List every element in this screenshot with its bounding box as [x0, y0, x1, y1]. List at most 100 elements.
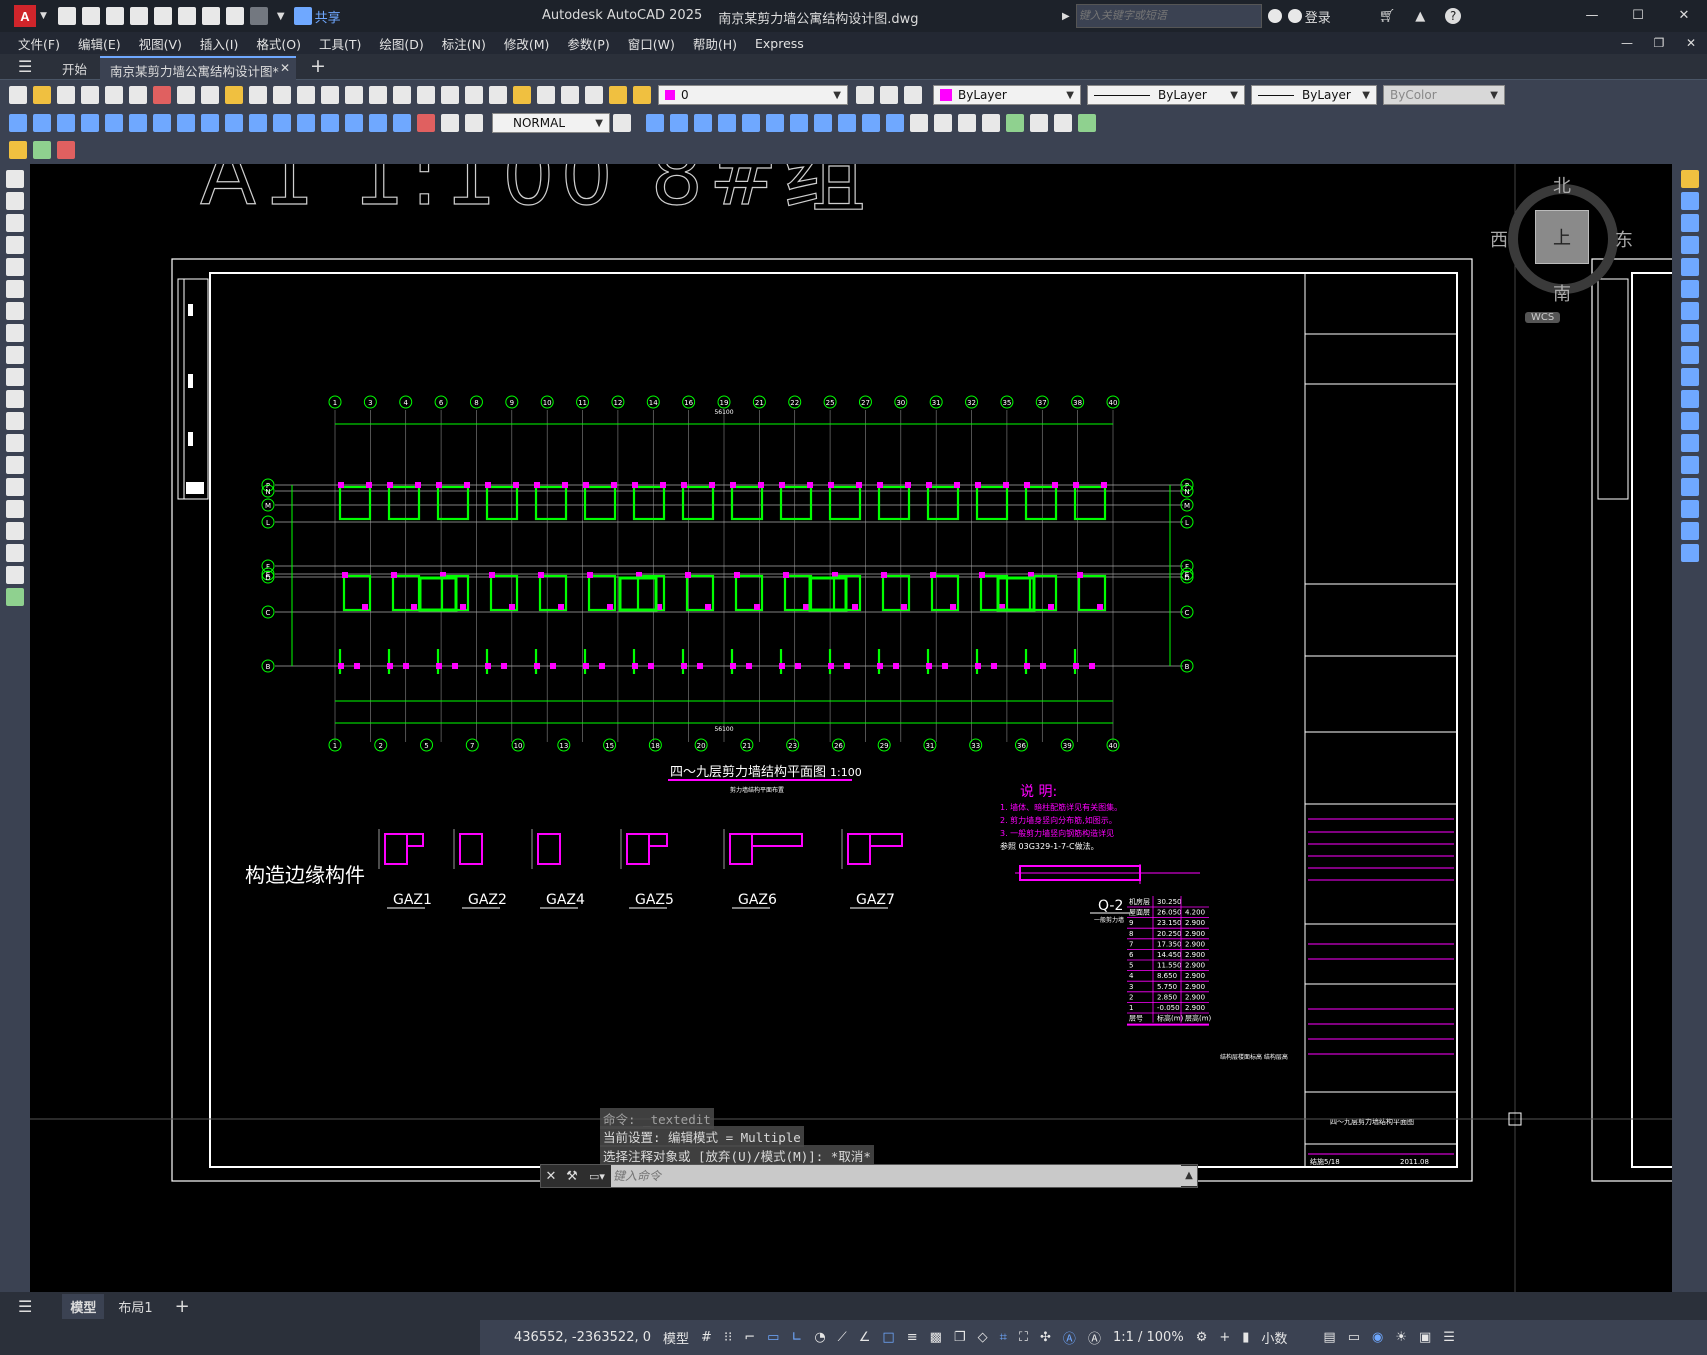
ucs-icon[interactable] [646, 114, 664, 132]
dimstyle-dropdown[interactable]: NORMAL ▼ [492, 113, 610, 133]
revision-cloud-icon[interactable] [6, 324, 24, 342]
block-editor-icon[interactable] [273, 86, 291, 104]
doc-restore-button[interactable]: ❐ [1643, 36, 1675, 50]
tab-close-icon[interactable]: ✕ [280, 61, 290, 75]
copy-icon[interactable] [201, 86, 219, 104]
add-selected-icon[interactable] [6, 588, 24, 606]
point-icon[interactable] [6, 456, 24, 474]
menu-insert[interactable]: 插入(I) [200, 34, 238, 53]
user-icon[interactable] [1287, 9, 1302, 23]
menu-draw[interactable]: 绘图(D) [379, 34, 423, 53]
tab-active-document[interactable]: 南京某剪力墙公寓结构设计图* ✕ [100, 56, 296, 80]
isodraft-icon[interactable]: ⟋ [838, 1330, 847, 1345]
app-menu-chevron-icon[interactable]: ▼ [40, 11, 47, 21]
construction-line-icon[interactable] [6, 192, 24, 210]
view-left-icon[interactable] [958, 114, 976, 132]
doc-close-button[interactable]: ✕ [1675, 36, 1707, 50]
table-icon[interactable] [6, 544, 24, 562]
linetype-dropdown[interactable]: ByLayer ▼ [1087, 85, 1245, 105]
view-bottom-icon[interactable] [1054, 114, 1072, 132]
ucs-origin-icon[interactable] [790, 114, 808, 132]
chamfer-icon[interactable] [1680, 478, 1699, 496]
dimension-style-icon[interactable] [613, 114, 631, 132]
continue-icon[interactable] [249, 114, 267, 132]
undo-toolbar-icon[interactable] [297, 86, 315, 104]
menu-format[interactable]: 格式(O) [256, 34, 301, 53]
circle-icon[interactable] [6, 302, 24, 320]
zoom-window-icon[interactable] [393, 86, 411, 104]
erase-icon[interactable] [1680, 170, 1699, 188]
hatch-icon[interactable] [6, 478, 24, 496]
infer-constraints-icon[interactable]: ⌐ [744, 1330, 755, 1345]
break-point-icon[interactable] [1680, 412, 1699, 430]
menu-help[interactable]: 帮助(H) [693, 34, 737, 53]
annotation-monitor-icon[interactable]: + [1219, 1330, 1230, 1345]
command-customize-icon[interactable]: ⚒ [561, 1169, 583, 1184]
properties-icon[interactable] [441, 86, 459, 104]
viewcube[interactable]: 上 北 南 西 东 WCS [1490, 170, 1633, 323]
menu-parametric[interactable]: 参数(P) [567, 34, 609, 53]
save-toolbar-icon[interactable] [57, 86, 75, 104]
lock-ui-icon[interactable]: ▭ [1348, 1330, 1360, 1345]
command-recent-icon[interactable]: ▭▾ [583, 1170, 611, 1183]
tab-layout1[interactable]: 布局1 [118, 1297, 152, 1316]
menu-view[interactable]: 视图(V) [139, 34, 182, 53]
search-icon[interactable] [1267, 9, 1282, 23]
tolerance-icon[interactable] [321, 114, 339, 132]
save-as-icon[interactable] [129, 7, 148, 25]
jogged-icon[interactable] [129, 114, 147, 132]
open-icon[interactable] [33, 86, 51, 104]
spline-icon[interactable] [6, 346, 24, 364]
new-tab-plus-icon[interactable]: + [310, 55, 326, 77]
sheet-set-icon[interactable] [513, 86, 531, 104]
menu-dimension[interactable]: 标注(N) [442, 34, 486, 53]
3d-osnap-icon[interactable]: ◇ [978, 1330, 988, 1345]
layer-dropdown[interactable]: 0 ▼ [658, 85, 848, 105]
app-logo-icon[interactable]: A [14, 5, 36, 27]
autoscale-icon[interactable]: Ⓐ [1088, 1328, 1101, 1347]
ucs-3point-icon[interactable] [838, 114, 856, 132]
ucs-world-icon[interactable] [670, 114, 688, 132]
layer-on-icon[interactable] [609, 86, 627, 104]
tool-palettes-icon[interactable] [489, 86, 507, 104]
share-icon[interactable] [293, 7, 312, 25]
view-camera-icon[interactable] [1078, 114, 1096, 132]
menu-express[interactable]: Express [755, 36, 804, 51]
command-close-icon[interactable]: ✕ [541, 1169, 561, 1184]
insert-block-icon[interactable] [6, 412, 24, 430]
tab-start[interactable]: 开始 [62, 59, 87, 78]
layout-menu-icon[interactable]: ☰ [18, 1297, 32, 1316]
dynamic-input-icon[interactable]: ▭ [767, 1330, 779, 1345]
jogged-linear-icon[interactable] [393, 114, 411, 132]
ucs-zaxis-icon[interactable] [814, 114, 832, 132]
coordinates-readout[interactable]: 436552, -2363522, 0 [514, 1330, 651, 1345]
grid-icon[interactable]: # [701, 1330, 712, 1345]
ellipse-icon[interactable] [6, 368, 24, 386]
ordinate-icon[interactable] [81, 114, 99, 132]
command-expand-icon[interactable]: ▲ [1181, 1166, 1197, 1186]
menu-tools[interactable]: 工具(T) [319, 34, 361, 53]
clean-screen-icon[interactable]: ▣ [1419, 1330, 1431, 1345]
layer-previous-icon[interactable] [880, 86, 898, 104]
annotation-visibility-icon[interactable]: Ⓐ [1063, 1328, 1076, 1347]
match-properties-icon[interactable] [249, 86, 267, 104]
search-input[interactable] [1075, 4, 1262, 28]
minimize-button[interactable]: — [1569, 0, 1615, 32]
blend-icon[interactable] [1680, 522, 1699, 540]
arc-length-icon[interactable] [57, 114, 75, 132]
dynamic-ucs-icon[interactable]: ⌗ [1000, 1330, 1007, 1345]
lineweight-dropdown[interactable]: ByLayer ▼ [1251, 85, 1377, 105]
search-expand-icon[interactable]: ▶ [1062, 11, 1070, 22]
close-button[interactable]: ✕ [1661, 0, 1707, 32]
dim-update-icon[interactable] [465, 114, 483, 132]
qnew-icon[interactable] [9, 86, 27, 104]
angular-icon[interactable] [177, 114, 195, 132]
view-front-icon[interactable] [910, 114, 928, 132]
tab-model[interactable]: 模型 [62, 1293, 105, 1319]
print-icon[interactable] [201, 7, 220, 25]
add-layout-icon[interactable]: + [175, 1296, 190, 1317]
plot-preview-icon[interactable] [177, 7, 196, 25]
center-mark-icon[interactable] [345, 114, 363, 132]
selection-filter-icon[interactable]: ⛶ [1019, 1330, 1028, 1345]
cart-icon[interactable]: 🛒︎ [1379, 9, 1396, 24]
